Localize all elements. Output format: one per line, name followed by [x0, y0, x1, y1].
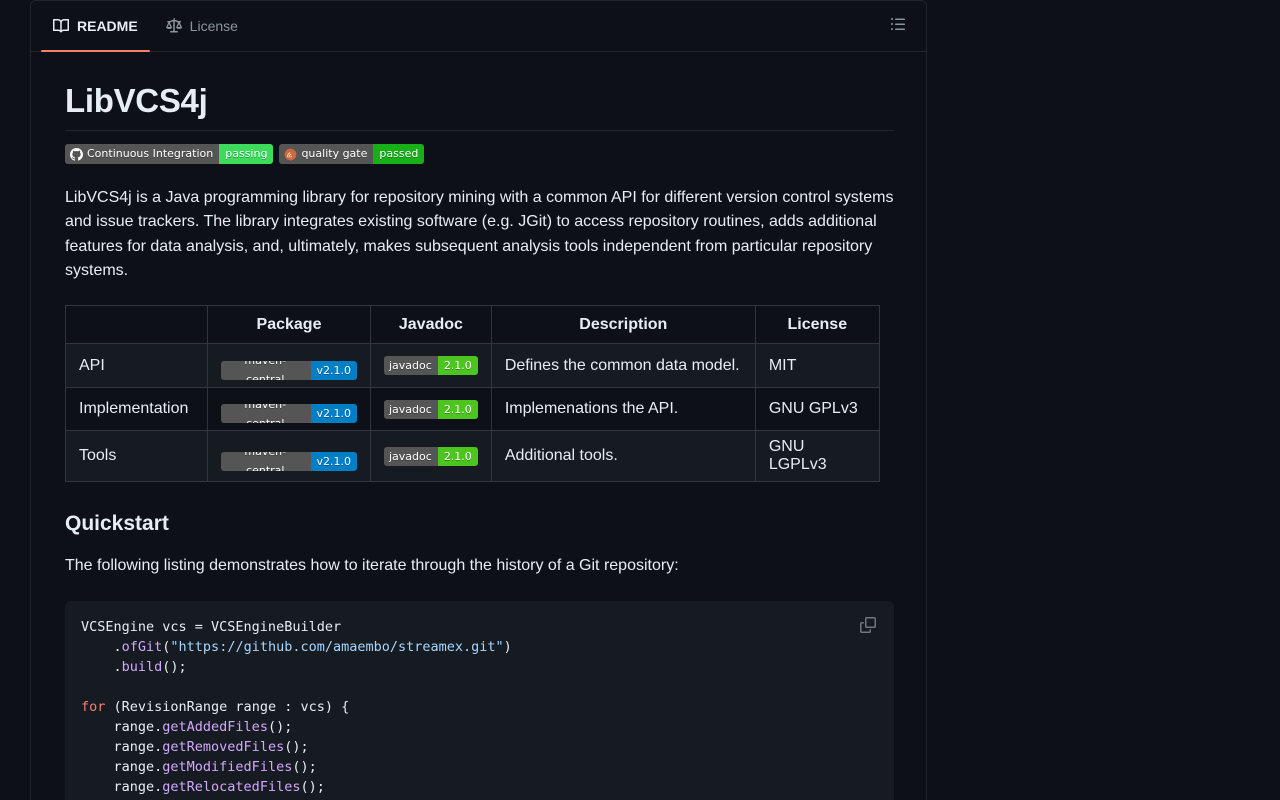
- code-token: ();: [267, 718, 293, 735]
- cell-license: GNU LGPLv3: [754, 430, 880, 483]
- table-row: Tools maven-central v2.1.0 javadoc 2.1.0 Addi…: [65, 430, 880, 483]
- cell-javadoc-badge[interactable]: javadoc 2.1.0: [370, 430, 492, 483]
- badge-javadoc[interactable]: javadoc 2.1.0: [384, 399, 478, 419]
- th-description: Description: [490, 305, 756, 345]
- badge-maven-central-label: maven-central: [221, 404, 311, 424]
- badge-maven-central-label: maven-central: [221, 360, 311, 380]
- code-token: ();: [162, 658, 187, 675]
- code-token: range.: [81, 778, 163, 795]
- code-token: getAddedFiles: [162, 718, 268, 735]
- cell-module-name: API: [65, 343, 208, 388]
- tab-list: README License: [41, 1, 890, 52]
- code-token: getRelocatedFiles: [162, 778, 301, 795]
- copy-icon[interactable]: [854, 611, 882, 639]
- code-token: for: [81, 698, 106, 715]
- cell-description: Implemenations the API.: [490, 386, 756, 432]
- badge-javadoc-version-value: 2.1.0: [437, 399, 478, 419]
- code-token: getRemovedFiles: [162, 738, 285, 755]
- badge-maven-central[interactable]: maven-central v2.1.0: [221, 360, 357, 380]
- badge-ci-label: Continuous Integration: [87, 147, 214, 160]
- code-token: .: [81, 658, 122, 675]
- file-tabbar: README License: [31, 1, 926, 52]
- badge-version-value: v2.1.0: [310, 451, 357, 471]
- code-token: VCSEngine vcs = VCSEngineBuilder: [81, 618, 342, 635]
- badge-javadoc-label: javadoc: [384, 446, 438, 466]
- badge-javadoc-label: javadoc: [384, 399, 438, 419]
- badge-continuous-integration[interactable]: Continuous Integration passing: [65, 144, 274, 164]
- cell-description: Additional tools.: [490, 430, 756, 483]
- readme-content: LibVCS4j Continuous Integration passing: [31, 52, 926, 800]
- code-token: ();: [300, 778, 325, 795]
- book-icon: [53, 18, 69, 34]
- code-token: "https://github.com/amaembo/streamex.git…: [170, 638, 504, 655]
- badge-maven-central[interactable]: maven-central v2.1.0: [221, 451, 357, 471]
- th-package: Package: [207, 305, 371, 345]
- github-icon: [70, 147, 83, 161]
- quickstart-heading: Quickstart: [65, 512, 169, 536]
- th-license: License: [754, 305, 880, 345]
- badge-version-value: v2.1.0: [310, 404, 357, 424]
- code-token: (RevisionRange range : vcs) {: [105, 698, 350, 715]
- readme-panel: README License LibVCS4j Continuous Integ…: [30, 0, 927, 800]
- th-javadoc: Javadoc: [370, 305, 492, 345]
- badge-maven-central[interactable]: maven-central v2.1.0: [221, 404, 357, 424]
- page-title: LibVCS4j: [65, 82, 894, 131]
- cell-license: GNU GPLv3: [754, 386, 880, 432]
- outline-button[interactable]: [890, 16, 914, 37]
- badge-ci-status: passing: [219, 144, 274, 164]
- badge-row: Continuous Integration passing quality g…: [65, 144, 894, 164]
- code-block: VCSEngine vcs = VCSEngineBuilder .ofGit(…: [65, 600, 894, 800]
- cell-package-badge[interactable]: maven-central v2.1.0: [207, 386, 371, 432]
- table-row: Implementation maven-central v2.1.0 javadoc…: [65, 386, 880, 432]
- table-body: API maven-central v2.1.0 javadoc 2.1.0 Define…: [65, 343, 880, 483]
- badge-javadoc[interactable]: javadoc 2.1.0: [384, 446, 478, 466]
- cell-javadoc-badge[interactable]: javadoc 2.1.0: [370, 386, 492, 432]
- badge-qg-left: quality gate: [279, 144, 374, 164]
- code-token: range.: [81, 758, 163, 775]
- code-token: ): [503, 638, 512, 655]
- badge-quality-gate[interactable]: quality gate passed: [279, 144, 425, 164]
- badge-javadoc-version-value: 2.1.0: [437, 356, 478, 375]
- code-content: VCSEngine vcs = VCSEngineBuilder .ofGit(…: [81, 617, 878, 800]
- cell-description: Defines the common data model.: [490, 343, 756, 388]
- th-module: [65, 305, 208, 345]
- code-token: ();: [284, 738, 309, 755]
- cell-module-name: Implementation: [65, 386, 208, 432]
- code-token: build: [121, 658, 163, 675]
- table-row: API maven-central v2.1.0 javadoc 2.1.0 Define…: [65, 343, 880, 388]
- cell-package-badge[interactable]: maven-central v2.1.0: [207, 343, 371, 388]
- cell-module-name: Tools: [65, 430, 208, 483]
- badge-javadoc-version-value: 2.1.0: [437, 446, 478, 466]
- tab-readme[interactable]: README: [41, 1, 150, 52]
- badge-maven-central-label: maven-central: [221, 451, 311, 471]
- cell-package-badge[interactable]: maven-central v2.1.0: [207, 430, 371, 483]
- modules-table: Package Javadoc Description License API m…: [65, 305, 880, 483]
- sonarcloud-icon: [284, 148, 297, 161]
- scales-icon: [165, 18, 182, 34]
- badge-qg-label: quality gate: [301, 147, 368, 160]
- code-token: range.: [81, 738, 163, 755]
- cell-license: MIT: [754, 343, 880, 388]
- badge-ci-left: Continuous Integration: [65, 144, 220, 164]
- quickstart-intro: The following listing demonstrates how t…: [65, 557, 679, 575]
- code-token: ();: [292, 758, 317, 775]
- badge-version-value: v2.1.0: [310, 360, 357, 380]
- tab-license[interactable]: License: [154, 1, 250, 51]
- code-token: .: [81, 638, 122, 655]
- badge-javadoc[interactable]: javadoc 2.1.0: [384, 356, 478, 375]
- table-header-row: Package Javadoc Description License: [65, 305, 880, 345]
- tab-license-label: License: [189, 18, 238, 34]
- code-token: ofGit: [121, 638, 163, 655]
- badge-javadoc-label: javadoc: [384, 356, 438, 375]
- code-token: range.: [81, 718, 163, 735]
- code-token: getModifiedFiles: [162, 758, 293, 775]
- intro-paragraph: LibVCS4j is a Java programming library f…: [65, 189, 894, 279]
- tab-readme-label: README: [77, 18, 138, 34]
- app-root: README License LibVCS4j Continuous Integ…: [0, 0, 1280, 800]
- badge-qg-status: passed: [373, 144, 425, 164]
- cell-javadoc-badge[interactable]: javadoc 2.1.0: [370, 343, 492, 388]
- table-header: Package Javadoc Description License: [65, 305, 880, 345]
- list-unordered-icon: [890, 16, 906, 37]
